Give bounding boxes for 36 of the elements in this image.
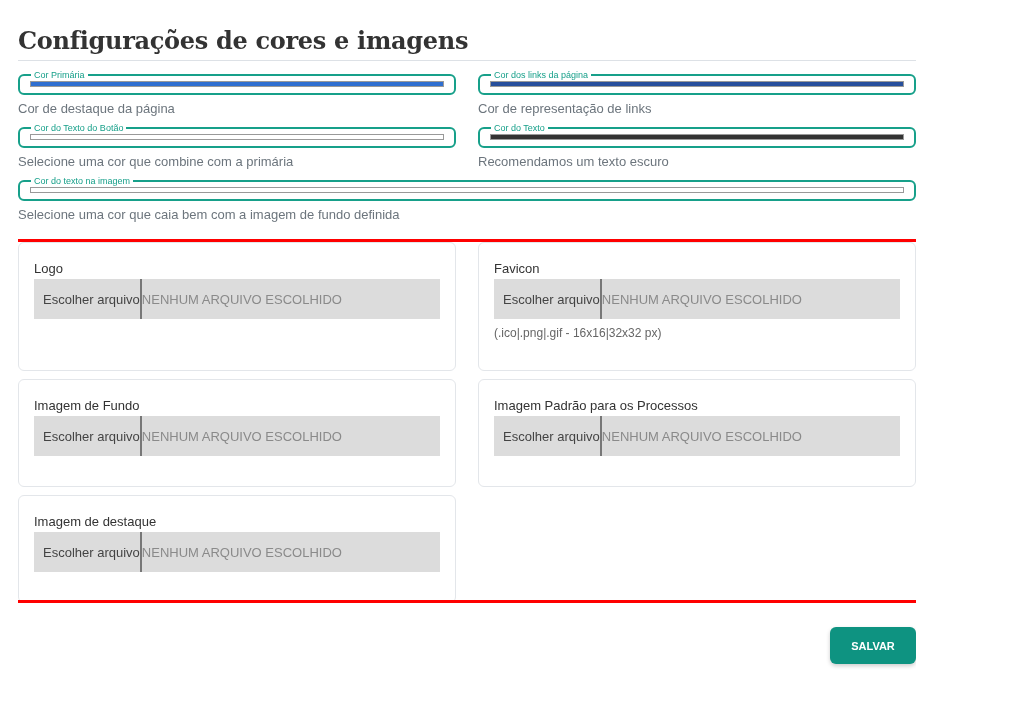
no-file-text: NENHUM ARQUIVO ESCOLHIDO xyxy=(141,290,342,309)
field-label: Cor do Texto xyxy=(493,123,546,133)
choose-file-button[interactable]: Escolher arquivo xyxy=(494,279,602,319)
page-title: Configurações de cores e imagens xyxy=(18,26,470,56)
helper-text: Selecione uma cor que caia bem com a imagem de fundo definida xyxy=(18,207,401,223)
file-input[interactable]: Escolher arquivo NENHUM ARQUIVO ESCOLHIDO xyxy=(34,279,440,319)
helper-text: Cor de destaque da página xyxy=(18,101,176,117)
choose-file-button[interactable]: Escolher arquivo xyxy=(494,416,602,456)
save-button[interactable]: SALVAR xyxy=(830,627,916,664)
helper-text: Selecione uma cor que combine com a primária xyxy=(18,154,295,170)
upload-label: Logo xyxy=(34,260,64,277)
file-hint: (.ico|.png|.gif - 16x16|32x32 px) xyxy=(494,326,663,340)
no-file-text: NENHUM ARQUIVO ESCOLHIDO xyxy=(141,543,342,562)
choose-file-button[interactable]: Escolher arquivo xyxy=(34,416,142,456)
choose-file-button[interactable]: Escolher arquivo xyxy=(34,532,142,572)
upload-label: Imagem de destaque xyxy=(34,513,158,530)
color-field[interactable]: Cor Primária xyxy=(18,70,456,95)
field-label: Cor Primária xyxy=(33,70,86,80)
field-label: Cor do texto na imagem xyxy=(33,176,132,186)
helper-text: Recomendamos um texto escuro xyxy=(478,154,670,170)
no-file-text: NENHUM ARQUIVO ESCOLHIDO xyxy=(601,290,802,309)
upload-label: Imagem Padrão para os Processos xyxy=(494,397,699,414)
no-file-text: NENHUM ARQUIVO ESCOLHIDO xyxy=(141,427,342,446)
color-field[interactable]: Cor dos links da página xyxy=(478,70,916,95)
field-label: Cor dos links da página xyxy=(493,70,590,80)
file-input[interactable]: Escolher arquivo NENHUM ARQUIVO ESCOLHIDO xyxy=(494,279,900,319)
helper-text: Cor de representação de links xyxy=(478,101,653,117)
file-input[interactable]: Escolher arquivo NENHUM ARQUIVO ESCOLHIDO xyxy=(34,416,440,456)
upload-label: Favicon xyxy=(494,260,541,277)
choose-file-button[interactable]: Escolher arquivo xyxy=(34,279,142,319)
file-input[interactable]: Escolher arquivo NENHUM ARQUIVO ESCOLHIDO xyxy=(494,416,900,456)
no-file-text: NENHUM ARQUIVO ESCOLHIDO xyxy=(601,427,802,446)
upload-label: Imagem de Fundo xyxy=(34,397,141,414)
field-label: Cor do Texto do Botão xyxy=(33,123,125,133)
color-field[interactable]: Cor do texto na imagem xyxy=(18,176,916,201)
file-input[interactable]: Escolher arquivo NENHUM ARQUIVO ESCOLHIDO xyxy=(34,532,440,572)
